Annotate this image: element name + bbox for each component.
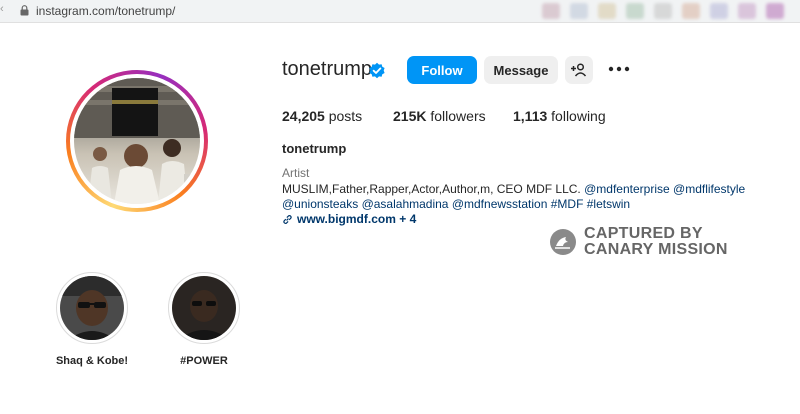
following-link[interactable]: 1,113 following [513, 108, 606, 124]
url-text[interactable]: instagram.com/tonetrump/ [36, 4, 175, 18]
bio-line-2: @unionsteaks @asalahmadina @mdfnewsstati… [282, 197, 630, 211]
link-icon [283, 215, 292, 224]
profile-username: tonetrump [282, 58, 373, 80]
profile-category: Artist [282, 166, 310, 180]
profile-avatar[interactable] [66, 70, 208, 212]
story-highlight[interactable]: Shaq & Kobe! [42, 272, 142, 367]
highlight-label: Shaq & Kobe! [55, 355, 129, 367]
website-text[interactable]: www.bigmdf.com [297, 212, 396, 226]
highlight-cover [60, 276, 124, 340]
extension-icon[interactable] [626, 3, 644, 19]
extension-icon[interactable] [738, 3, 756, 19]
follow-button[interactable]: Follow [407, 56, 477, 84]
bio-mention[interactable]: @mdfnewsstation [452, 197, 548, 211]
bio-mention[interactable]: @mdflifestyle [673, 182, 745, 196]
more-links-count[interactable]: + 4 [399, 212, 416, 226]
extension-icon[interactable] [710, 3, 728, 19]
back-arrow-icon[interactable]: ‹ [0, 3, 4, 15]
extension-icon[interactable] [542, 3, 560, 19]
more-options-icon[interactable] [608, 66, 630, 72]
watermark-line-2: CANARY MISSION [584, 241, 728, 258]
add-user-icon [571, 63, 587, 77]
highlight-cover [172, 276, 236, 340]
canary-logo-icon [550, 229, 576, 255]
profile-display-name: tonetrump [282, 141, 347, 156]
posts-count: 24,205 posts [282, 108, 363, 124]
bio-mention[interactable]: @mdfenterprise [584, 182, 670, 196]
extension-icon[interactable] [682, 3, 700, 19]
extension-icon[interactable] [570, 3, 588, 19]
profile-website-link[interactable]: www.bigmdf.com + 4 [282, 212, 416, 226]
browser-address-bar[interactable]: ‹ instagram.com/tonetrump/ [0, 0, 800, 23]
bio-text: MUSLIM,Father,Rapper,Actor,Author,m, CEO… [282, 182, 581, 196]
avatar-photo [74, 78, 200, 204]
bio-hashtag[interactable]: #MDF [551, 197, 584, 211]
extension-icon[interactable] [654, 3, 672, 19]
lock-icon [20, 5, 29, 16]
followers-link[interactable]: 215K followers [393, 108, 486, 124]
bio-mention[interactable]: @unionsteaks [282, 197, 358, 211]
story-highlight[interactable]: #POWER [154, 272, 254, 367]
verified-badge-icon [369, 62, 385, 79]
bio-mention[interactable]: @asalahmadina [362, 197, 449, 211]
suggested-users-button[interactable] [565, 56, 593, 84]
extension-icon[interactable] [598, 3, 616, 19]
message-button[interactable]: Message [484, 56, 558, 84]
extension-icon[interactable] [766, 3, 784, 19]
bio-hashtag[interactable]: #letswin [587, 197, 630, 211]
highlight-label: #POWER [180, 355, 228, 367]
bio-line-1: MUSLIM,Father,Rapper,Actor,Author,m, CEO… [282, 182, 745, 196]
